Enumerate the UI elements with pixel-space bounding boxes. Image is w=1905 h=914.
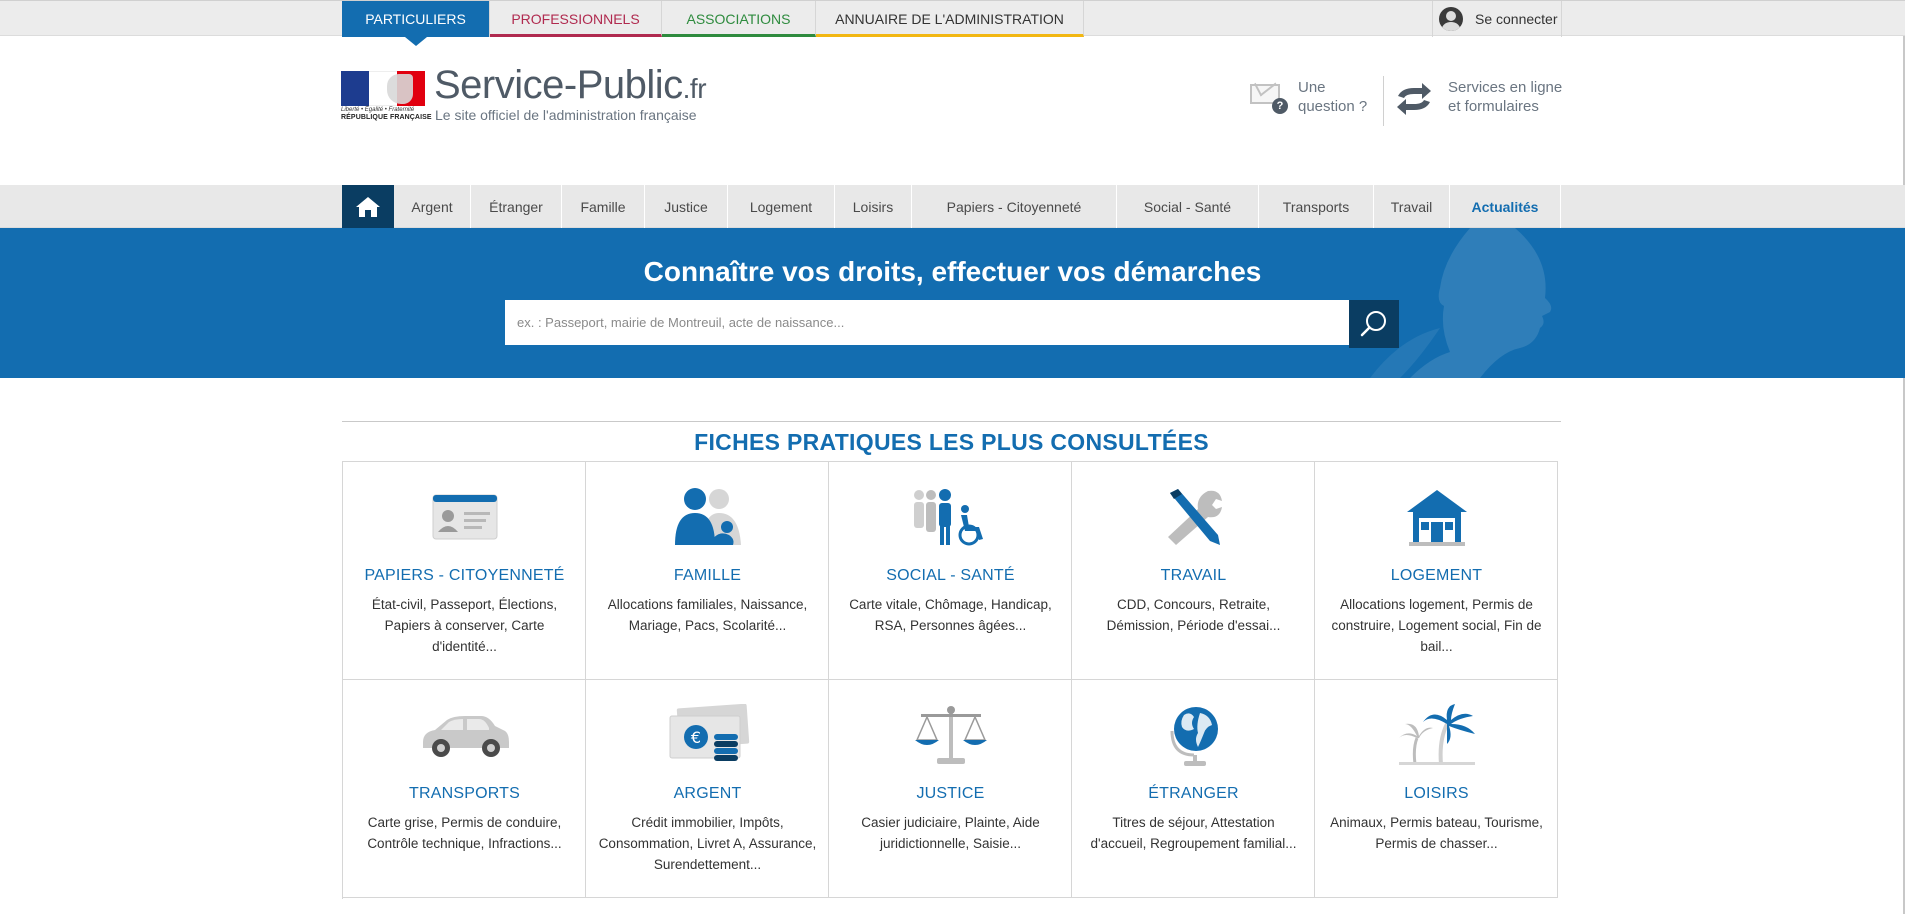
money-icon: € <box>669 704 749 761</box>
logo-motto: Liberté • Égalité • Fraternité <box>341 107 415 113</box>
card-desc: Crédit immobilier, Impôts, Consommation,… <box>598 815 817 872</box>
mail-question-icon: ? <box>1250 84 1288 114</box>
card-transports[interactable]: TRANSPORTS Carte grise, Permis de condui… <box>343 680 586 898</box>
nav-item-etranger[interactable]: Étranger <box>471 185 562 228</box>
home-icon <box>356 196 380 217</box>
main-nav: Argent Étranger Famille Justice Logement… <box>0 185 1905 228</box>
card-title: JUSTICE <box>916 785 985 802</box>
card-argent[interactable]: € ARGENT Crédit immobilier, Impôts, Cons… <box>586 680 829 898</box>
question-label: Une question ? <box>1298 78 1367 116</box>
search-input[interactable] <box>505 300 1349 345</box>
nav-item-transports[interactable]: Transports <box>1259 185 1374 228</box>
tools-pen-icon <box>1167 489 1222 545</box>
search-icon <box>1360 311 1386 337</box>
republique-francaise-logo <box>341 71 425 106</box>
tab-particuliers[interactable]: PARTICULIERS <box>342 1 490 46</box>
question-line2: question ? <box>1298 98 1368 115</box>
nav-item-argent[interactable]: Argent <box>394 185 471 228</box>
card-famille[interactable]: FAMILLE Allocations familiales, Naissanc… <box>586 462 829 680</box>
card-loisirs[interactable]: LOISIRS Animaux, Permis bateau, Tourisme… <box>1315 680 1558 898</box>
card-travail[interactable]: TRAVAIL CDD, Concours, Retraite, Démissi… <box>1072 462 1315 680</box>
nav-item-loisirs[interactable]: Loisirs <box>835 185 912 228</box>
card-desc: Allocations familiales, Naissance, Maria… <box>607 597 808 633</box>
quick-links-divider <box>1383 76 1384 126</box>
card-desc: Carte grise, Permis de conduire, Contrôl… <box>367 815 562 851</box>
exchange-arrows-icon <box>1397 83 1431 115</box>
logo-republic: RÉPUBLIQUE FRANÇAISE <box>341 114 432 121</box>
marianne-logo-icon <box>387 74 413 104</box>
tab-annuaire[interactable]: ANNUAIRE DE L'ADMINISTRATION <box>816 1 1084 37</box>
people-wheelchair-icon <box>913 489 983 546</box>
nav-item-social-sante[interactable]: Social - Santé <box>1117 185 1259 228</box>
services-label: Services en ligne et formulaires <box>1448 78 1562 116</box>
card-logement[interactable]: LOGEMENT Allocations logement, Permis de… <box>1315 462 1558 680</box>
site-name-tld: .fr <box>682 73 707 104</box>
card-title: ÉTRANGER <box>1148 785 1239 802</box>
nav-item-papiers-citoyennete[interactable]: Papiers - Citoyenneté <box>912 185 1117 228</box>
card-papiers-citoyennete[interactable]: PAPIERS - CITOYENNETÉ État-civil, Passep… <box>343 462 586 680</box>
id-card-icon <box>432 494 497 540</box>
section-title: FICHES PRATIQUES LES PLUS CONSULTÉES <box>694 429 1209 455</box>
fiches-grid: PAPIERS - CITOYENNETÉ État-civil, Passep… <box>342 461 1558 899</box>
nav-item-justice[interactable]: Justice <box>645 185 728 228</box>
scales-icon <box>914 706 987 764</box>
search-button[interactable] <box>1349 300 1399 348</box>
services-link[interactable]: Services en ligne et formulaires <box>1394 78 1562 116</box>
audience-bar: PARTICULIERS PROFESSIONNELS ASSOCIATIONS… <box>0 0 1905 46</box>
house-icon <box>1406 490 1467 546</box>
svg-text:€: € <box>690 728 700 747</box>
card-title: TRANSPORTS <box>408 785 521 802</box>
page: PARTICULIERS PROFESSIONNELS ASSOCIATIONS… <box>0 0 1905 914</box>
card-etranger[interactable]: ÉTRANGER Titres de séjour, Attestation d… <box>1072 680 1315 898</box>
card-social-sante[interactable]: SOCIAL - SANTÉ Carte vitale, Chômage, Ha… <box>829 462 1072 680</box>
nav-home-button[interactable] <box>342 185 394 228</box>
login-label: Se connecter <box>1475 11 1558 27</box>
hero-search: Connaître vos droits, effectuer vos déma… <box>0 228 1905 378</box>
site-name: Service-Public.fr <box>434 63 707 108</box>
nav-item-logement[interactable]: Logement <box>728 185 835 228</box>
nav-item-famille[interactable]: Famille <box>562 185 645 228</box>
user-avatar-icon <box>1439 7 1463 31</box>
question-line1: Une <box>1298 79 1326 96</box>
section-divider <box>342 421 1561 422</box>
tab-associations[interactable]: ASSOCIATIONS <box>662 1 816 37</box>
site-tagline: Le site officiel de l'administration fra… <box>435 107 697 123</box>
card-desc: Casier judiciaire, Plainte, Aide juridic… <box>861 815 1040 851</box>
car-icon <box>422 716 509 757</box>
question-link[interactable]: ? Une question ? <box>1250 78 1367 116</box>
hero-title: Connaître vos droits, effectuer vos déma… <box>643 256 1262 287</box>
login-link[interactable]: Se connecter <box>1432 1 1562 37</box>
tab-professionnels[interactable]: PROFESSIONNELS <box>490 1 662 37</box>
card-desc: Animaux, Permis bateau, Tourisme, Permis… <box>1330 815 1543 851</box>
card-title: LOGEMENT <box>1390 567 1483 584</box>
card-title: ARGENT <box>673 785 742 802</box>
card-desc: CDD, Concours, Retraite, Démission, Péri… <box>1106 597 1281 633</box>
site-name-main: Service-Public <box>434 63 683 107</box>
card-title: SOCIAL - SANTÉ <box>886 567 1015 584</box>
card-title: LOISIRS <box>1404 785 1469 802</box>
card-title: PAPIERS - CITOYENNETÉ <box>364 567 565 584</box>
card-desc: Titres de séjour, Attestation d'accueil,… <box>1090 815 1297 851</box>
nav-item-actualites[interactable]: Actualités <box>1450 185 1561 228</box>
card-title: FAMILLE <box>673 567 742 584</box>
card-desc: Carte vitale, Chômage, Handicap, RSA, Pe… <box>849 597 1052 633</box>
card-justice[interactable]: JUSTICE Casier judiciaire, Plainte, Aide… <box>829 680 1072 898</box>
nav-item-travail[interactable]: Travail <box>1374 185 1450 228</box>
services-line2: et formulaires <box>1448 98 1539 115</box>
family-icon <box>674 488 741 545</box>
card-desc: Allocations logement, Permis de construi… <box>1331 597 1542 654</box>
services-line1: Services en ligne <box>1448 79 1563 96</box>
globe-icon <box>1170 707 1218 766</box>
palm-trees-icon <box>1398 704 1475 765</box>
card-title: TRAVAIL <box>1160 567 1227 584</box>
card-desc: État-civil, Passeport, Élections, Papier… <box>371 597 558 654</box>
